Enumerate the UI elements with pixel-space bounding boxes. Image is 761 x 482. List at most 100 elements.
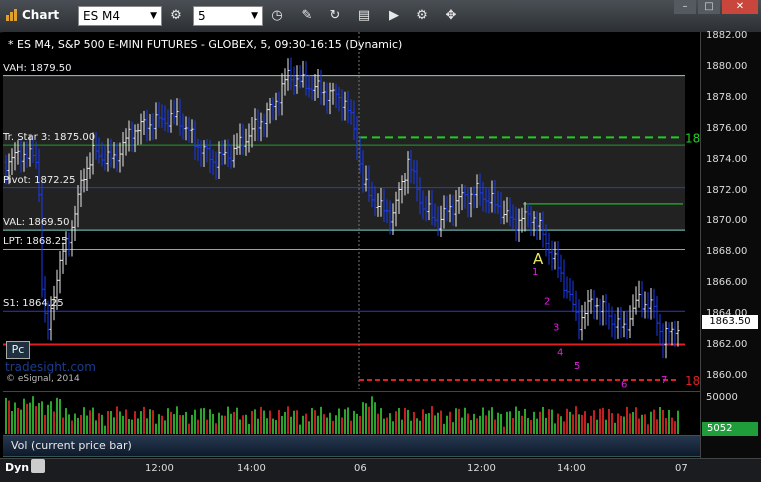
volume-bar bbox=[671, 417, 673, 434]
link-icon[interactable]: ⚙ bbox=[166, 6, 186, 26]
volume-bar bbox=[608, 408, 610, 434]
volume-bar bbox=[536, 418, 538, 434]
volume-bar bbox=[509, 411, 511, 434]
time-tick: 12:00 bbox=[467, 463, 496, 474]
minimize-button[interactable]: – bbox=[674, 0, 696, 14]
level-label: LPT: 1868.25 bbox=[3, 236, 68, 248]
volume-bar bbox=[404, 407, 406, 434]
volume-bar bbox=[194, 409, 196, 434]
volume-bar bbox=[17, 407, 19, 434]
time-axis[interactable] bbox=[0, 458, 761, 482]
volume-bar bbox=[461, 417, 463, 434]
volume-bar bbox=[596, 419, 598, 434]
volume-bar bbox=[470, 420, 472, 434]
volume-bar bbox=[323, 414, 325, 434]
volume-bar bbox=[41, 401, 43, 434]
dyn-label: Dyn bbox=[5, 461, 30, 474]
time-tick: 07 bbox=[675, 463, 688, 474]
volume-bar bbox=[374, 402, 376, 434]
app-title: Chart bbox=[22, 8, 60, 22]
pencil-icon[interactable]: ✎ bbox=[297, 6, 317, 26]
volume-bar bbox=[311, 408, 313, 434]
volume-bar bbox=[491, 407, 493, 434]
volume-bar bbox=[593, 410, 595, 434]
volume-bar bbox=[119, 411, 121, 434]
volume-bar bbox=[479, 415, 481, 434]
volume-bar bbox=[245, 414, 247, 434]
price-tick: 1866.00 bbox=[706, 277, 748, 289]
volume-bar bbox=[542, 406, 544, 434]
count-label: 5 bbox=[574, 361, 580, 372]
price-tick: 1878.00 bbox=[706, 91, 748, 103]
volume-bar bbox=[551, 409, 553, 434]
price-tick: 1860.00 bbox=[706, 369, 748, 381]
close-button[interactable]: ✕ bbox=[722, 0, 758, 14]
volume-label: Vol (current price bar) bbox=[11, 439, 132, 452]
volume-bar bbox=[497, 412, 499, 434]
volume-bar bbox=[116, 406, 118, 434]
volume-bar bbox=[164, 420, 166, 434]
volume-bar bbox=[449, 411, 451, 434]
volume-bar bbox=[179, 414, 181, 434]
cycle-icon[interactable]: ↻ bbox=[325, 6, 345, 26]
volume-bar bbox=[152, 410, 154, 434]
volume-bar bbox=[674, 421, 676, 434]
volume-bar bbox=[20, 409, 22, 434]
volume-bar bbox=[410, 420, 412, 434]
volume-bar bbox=[77, 417, 79, 434]
volume-bar bbox=[656, 419, 658, 434]
volume-bar bbox=[86, 415, 88, 434]
volume-bar bbox=[254, 409, 256, 434]
volume-bar bbox=[359, 416, 361, 434]
volume-bar bbox=[341, 417, 343, 434]
volume-bar bbox=[512, 417, 514, 434]
study-icon[interactable]: ▤ bbox=[354, 6, 374, 26]
price-tick: 1876.00 bbox=[706, 122, 748, 134]
volume-bar bbox=[53, 411, 55, 434]
volume-bar bbox=[68, 414, 70, 434]
interval-select[interactable]: 5 ▼ bbox=[193, 6, 263, 26]
clock-icon[interactable]: ◷ bbox=[267, 6, 287, 26]
volume-bar bbox=[95, 420, 97, 434]
volume-bar bbox=[92, 407, 94, 434]
volume-panel[interactable] bbox=[3, 391, 700, 434]
symbol-select[interactable]: ES M4 ▼ bbox=[78, 6, 162, 26]
volume-bar bbox=[158, 414, 160, 434]
volume-bar bbox=[332, 420, 334, 434]
crosshair-icon[interactable]: ✥ bbox=[441, 6, 461, 26]
maximize-button[interactable]: □ bbox=[698, 0, 720, 14]
volume-bar bbox=[533, 411, 535, 434]
volume-bar bbox=[626, 406, 628, 434]
settings-icon[interactable]: ⚙ bbox=[412, 6, 432, 26]
time-tick: 14:00 bbox=[237, 463, 266, 474]
volume-bar bbox=[83, 407, 85, 434]
volume-bar bbox=[287, 406, 289, 434]
volume-axis-tick: 50000 bbox=[706, 392, 738, 403]
volume-bar bbox=[182, 415, 184, 434]
volume-bar bbox=[314, 410, 316, 434]
volume-bar bbox=[458, 408, 460, 434]
volume-label-bar[interactable]: Vol (current price bar) bbox=[3, 435, 700, 457]
volume-bar bbox=[446, 415, 448, 434]
volume-bar bbox=[329, 412, 331, 434]
price-tick: 1880.00 bbox=[706, 60, 748, 72]
volume-bar bbox=[65, 408, 67, 434]
volume-chart-svg bbox=[5, 396, 679, 434]
annotation-a: A bbox=[533, 250, 544, 268]
volume-bar bbox=[11, 410, 13, 434]
play-icon[interactable]: ▶ bbox=[384, 6, 404, 26]
volume-bar bbox=[338, 408, 340, 434]
count-label: 7 bbox=[661, 375, 667, 386]
dyn-toggle-icon[interactable] bbox=[31, 459, 45, 473]
volume-bar bbox=[377, 413, 379, 434]
volume-bar bbox=[308, 421, 310, 434]
volume-bar bbox=[23, 398, 25, 434]
price-chart-panel[interactable]: 18 18 A 1 2 3 4 5 6 7 bbox=[3, 32, 700, 391]
chevron-down-icon: ▼ bbox=[150, 11, 157, 21]
count-label: 6 bbox=[621, 380, 627, 389]
volume-bar bbox=[455, 408, 457, 434]
pc-button[interactable]: Pc bbox=[6, 341, 30, 359]
volume-bar bbox=[44, 414, 46, 434]
count-label: 2 bbox=[544, 296, 550, 307]
level-label: Pivot: 1872.25 bbox=[3, 174, 76, 186]
